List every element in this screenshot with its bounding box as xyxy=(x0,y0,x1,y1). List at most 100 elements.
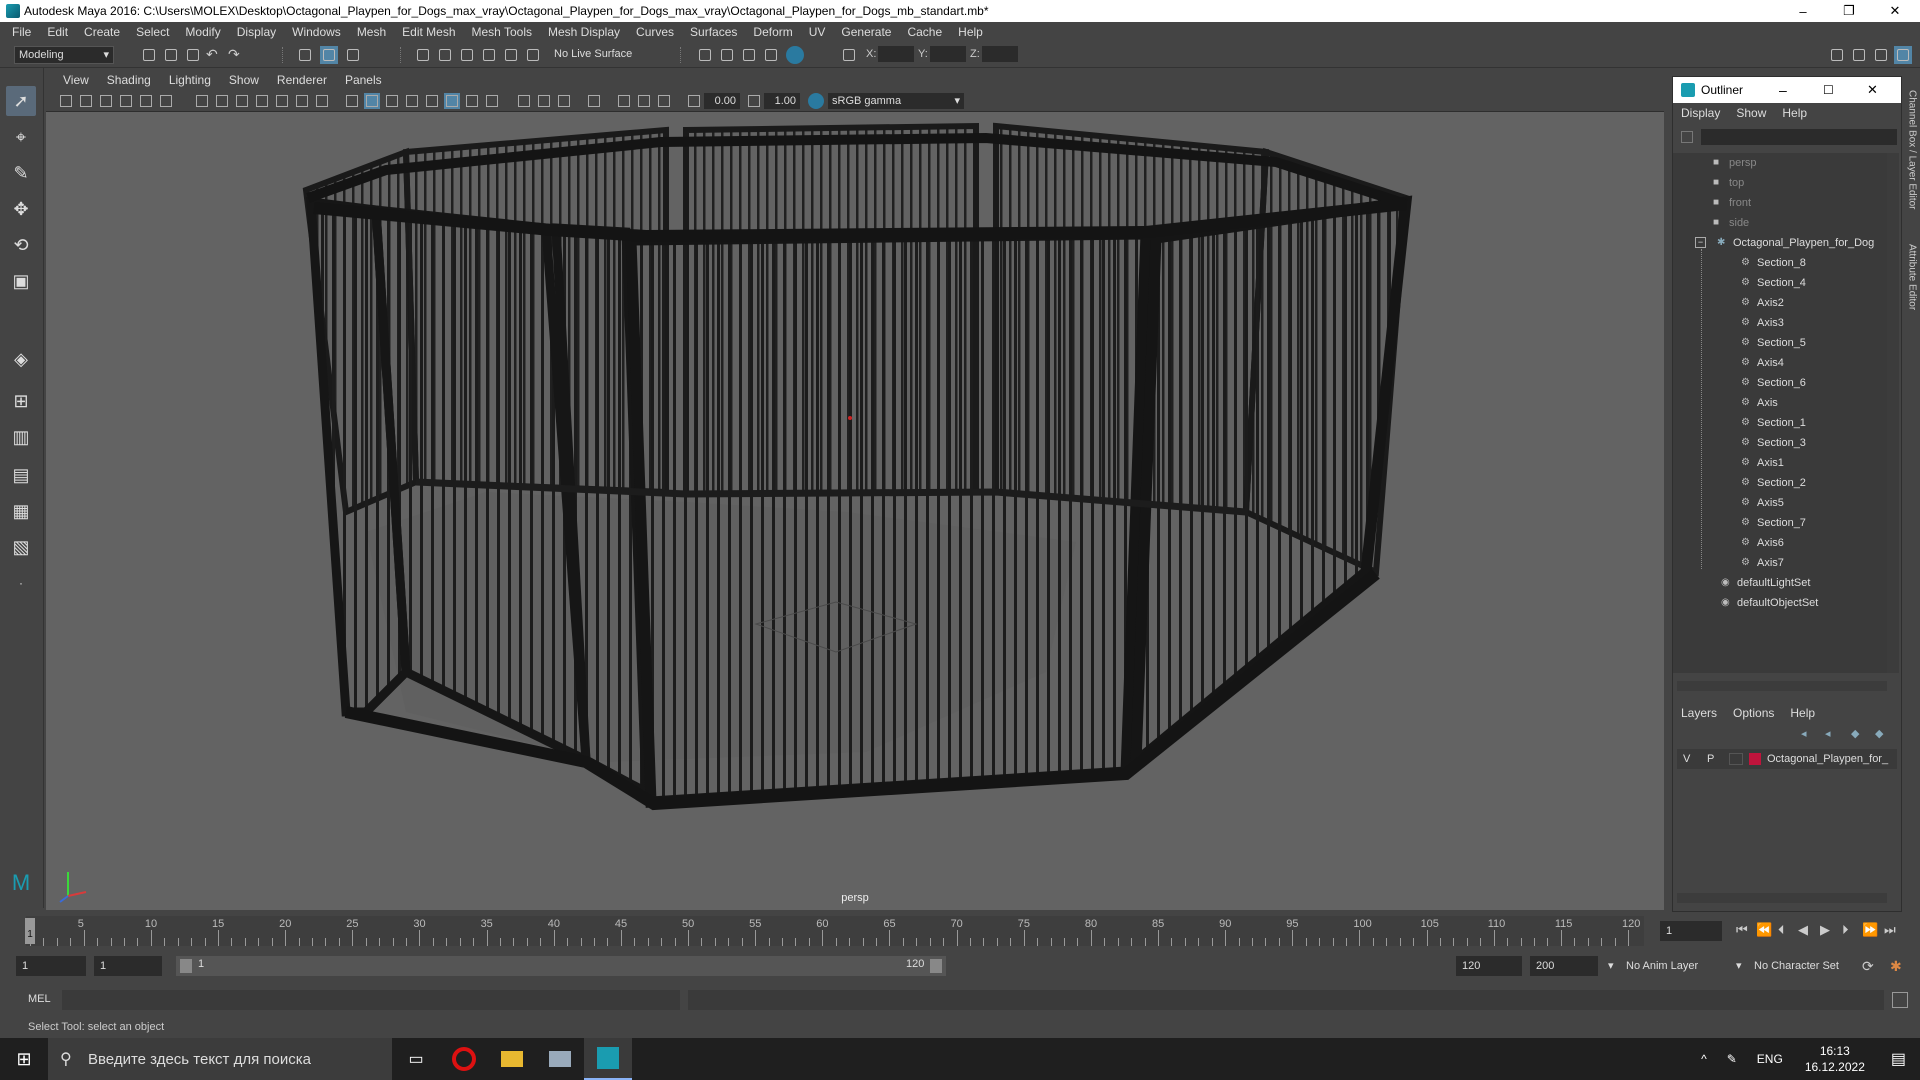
outliner-item[interactable]: ⚙ Axis7 xyxy=(1673,553,1887,573)
snap-view-plane-icon[interactable] xyxy=(480,46,498,64)
maya-taskbar-icon[interactable] xyxy=(584,1038,632,1080)
auto-key-icon[interactable]: ⟳ xyxy=(1862,958,1874,975)
time-slider[interactable]: 5 10 15 20 25 30 35 40 45 50 55 60 65 70 75 80 85 90 95 100… xyxy=(0,912,1656,950)
layer-playback-toggle[interactable]: P xyxy=(1707,749,1714,769)
outliner-item[interactable]: ⚙ Axis4 xyxy=(1673,353,1887,373)
outliner-item[interactable]: ⚙ Section_1 xyxy=(1673,413,1887,433)
camera-attributes-icon[interactable] xyxy=(78,93,94,109)
close-button[interactable]: ✕ xyxy=(1872,0,1918,22)
menu-display[interactable]: Display xyxy=(229,22,284,42)
mode-select[interactable]: Modeling ▾ xyxy=(14,46,114,64)
pen-icon[interactable]: ✎ xyxy=(1717,1052,1747,1066)
menu-mesh-tools[interactable]: Mesh Tools xyxy=(464,22,540,42)
safe-title-icon[interactable] xyxy=(314,93,330,109)
file-explorer-icon[interactable] xyxy=(488,1038,536,1080)
resolution-gate-icon[interactable] xyxy=(234,93,250,109)
range-slider[interactable]: 1 120 xyxy=(176,956,946,976)
menu-windows[interactable]: Windows xyxy=(284,22,349,42)
new-layer-icon[interactable]: ◆ xyxy=(1851,727,1859,740)
minimize-button[interactable]: – xyxy=(1780,0,1826,22)
2d-pan-zoom-icon[interactable] xyxy=(138,93,154,109)
use-default-material-icon[interactable] xyxy=(384,93,400,109)
script-editor-icon[interactable] xyxy=(1892,992,1908,1008)
workspace-icon[interactable] xyxy=(1828,46,1846,64)
channel-box-toggle-icon[interactable] xyxy=(1850,46,1868,64)
outliner-item[interactable]: ⚙ Axis1 xyxy=(1673,453,1887,473)
exposure-icon[interactable] xyxy=(686,93,702,109)
outliner-item[interactable]: ⚙ Axis5 xyxy=(1673,493,1887,513)
windows-start-icon[interactable]: ⊞ xyxy=(0,1038,48,1080)
gamma-field[interactable]: 1.00 xyxy=(764,93,800,109)
isolate-select-icon[interactable] xyxy=(586,93,602,109)
two-view-layout-icon[interactable]: ▥ xyxy=(6,422,36,452)
menu-curves[interactable]: Curves xyxy=(628,22,682,42)
menu-file[interactable]: File xyxy=(4,22,39,42)
xray-icon[interactable] xyxy=(444,93,460,109)
lasso-tool-icon[interactable]: ⌖ xyxy=(6,122,36,152)
layers-hscrollbar[interactable] xyxy=(1677,893,1887,903)
outliner-camera-persp[interactable]: ■ persp xyxy=(1673,153,1887,173)
menu-uv[interactable]: UV xyxy=(801,22,834,42)
perspective-viewport[interactable]: persp xyxy=(46,112,1664,910)
move-layer-up-icon[interactable]: ◂ xyxy=(1801,727,1807,740)
persp-graph-layout-icon[interactable]: ▦ xyxy=(6,496,36,526)
menu-mesh[interactable]: Mesh xyxy=(349,22,394,42)
outliner-menu-show[interactable]: Show xyxy=(1736,106,1782,120)
save-scene-icon[interactable] xyxy=(184,46,202,64)
ipr-render-icon[interactable] xyxy=(740,46,758,64)
scale-tool-icon[interactable]: ▣ xyxy=(6,266,36,296)
outliner-item[interactable]: ⚙ Section_4 xyxy=(1673,273,1887,293)
close-icon[interactable]: ✕ xyxy=(1867,82,1878,98)
tray-chevron-icon[interactable]: ^ xyxy=(1691,1052,1717,1066)
render-current-icon[interactable] xyxy=(718,46,736,64)
shadows-icon[interactable] xyxy=(484,93,500,109)
notifications-icon[interactable]: ▤ xyxy=(1877,1049,1920,1069)
hypershade-icon[interactable] xyxy=(786,46,804,64)
layer-type-toggle[interactable] xyxy=(1729,753,1743,765)
textured-icon[interactable] xyxy=(424,93,440,109)
viewport-menu-view[interactable]: View xyxy=(54,73,98,87)
step-back-frame-icon[interactable]: ⏴ xyxy=(1778,922,1785,938)
z-field[interactable] xyxy=(982,46,1018,62)
grid-icon[interactable] xyxy=(194,93,210,109)
layer-color-swatch[interactable] xyxy=(1749,753,1761,765)
opera-icon[interactable] xyxy=(440,1038,488,1080)
render-settings-icon[interactable] xyxy=(696,46,714,64)
outliner-item[interactable]: ⚙ Axis6 xyxy=(1673,533,1887,553)
hypershade-layout-icon[interactable]: ▧ xyxy=(6,532,36,562)
outliner-item[interactable]: ⚙ Axis3 xyxy=(1673,313,1887,333)
move-layer-down-icon[interactable]: ◂ xyxy=(1825,727,1831,740)
layers-menu-help[interactable]: Help xyxy=(1790,706,1831,720)
outliner-item[interactable]: ⚙ Axis xyxy=(1673,393,1887,413)
outliner-camera-front[interactable]: ■ front xyxy=(1673,193,1887,213)
step-forward-key-icon[interactable]: ⏩ xyxy=(1862,922,1878,938)
preferences-icon[interactable]: ✱ xyxy=(1890,958,1902,975)
range-start-handle[interactable] xyxy=(180,959,192,973)
snap-point-icon[interactable] xyxy=(458,46,476,64)
maya-home-icon[interactable]: M xyxy=(6,868,36,898)
move-tool-icon[interactable]: ✥ xyxy=(6,194,36,224)
outliner-menu-help[interactable]: Help xyxy=(1782,106,1823,120)
safe-action-icon[interactable] xyxy=(294,93,310,109)
open-scene-icon[interactable] xyxy=(162,46,180,64)
rotate-tool-icon[interactable]: ⟲ xyxy=(6,230,36,260)
wireframe-on-shaded-icon[interactable] xyxy=(404,93,420,109)
time-slider-track[interactable]: 5 10 15 20 25 30 35 40 45 50 55 60 65 70 75 80 85 90 95 100… xyxy=(25,916,1644,946)
playback-start-field[interactable]: 1 xyxy=(94,956,162,976)
snap-surface-icon[interactable] xyxy=(524,46,542,64)
step-back-key-icon[interactable]: ⏪ xyxy=(1756,922,1772,938)
snap-live-icon[interactable] xyxy=(502,46,520,64)
current-time-marker[interactable]: 1 xyxy=(25,918,35,944)
snap-curve-icon[interactable] xyxy=(436,46,454,64)
anti-aliasing-icon[interactable] xyxy=(556,93,572,109)
undo-icon[interactable]: ↶ xyxy=(206,46,224,64)
anim-layer-select[interactable]: ▾ No Anim Layer xyxy=(1608,956,1740,976)
persp-outliner-layout-icon[interactable]: ▤ xyxy=(6,460,36,490)
command-input[interactable] xyxy=(62,990,680,1010)
motion-blur-icon[interactable] xyxy=(536,93,552,109)
outliner-item[interactable]: ⚙ Section_6 xyxy=(1673,373,1887,393)
color-space-select[interactable]: sRGB gamma ▾ xyxy=(828,93,964,109)
menu-surfaces[interactable]: Surfaces xyxy=(682,22,745,42)
select-hierarchy-icon[interactable] xyxy=(296,46,314,64)
collapse-icon[interactable]: − xyxy=(1695,237,1706,248)
